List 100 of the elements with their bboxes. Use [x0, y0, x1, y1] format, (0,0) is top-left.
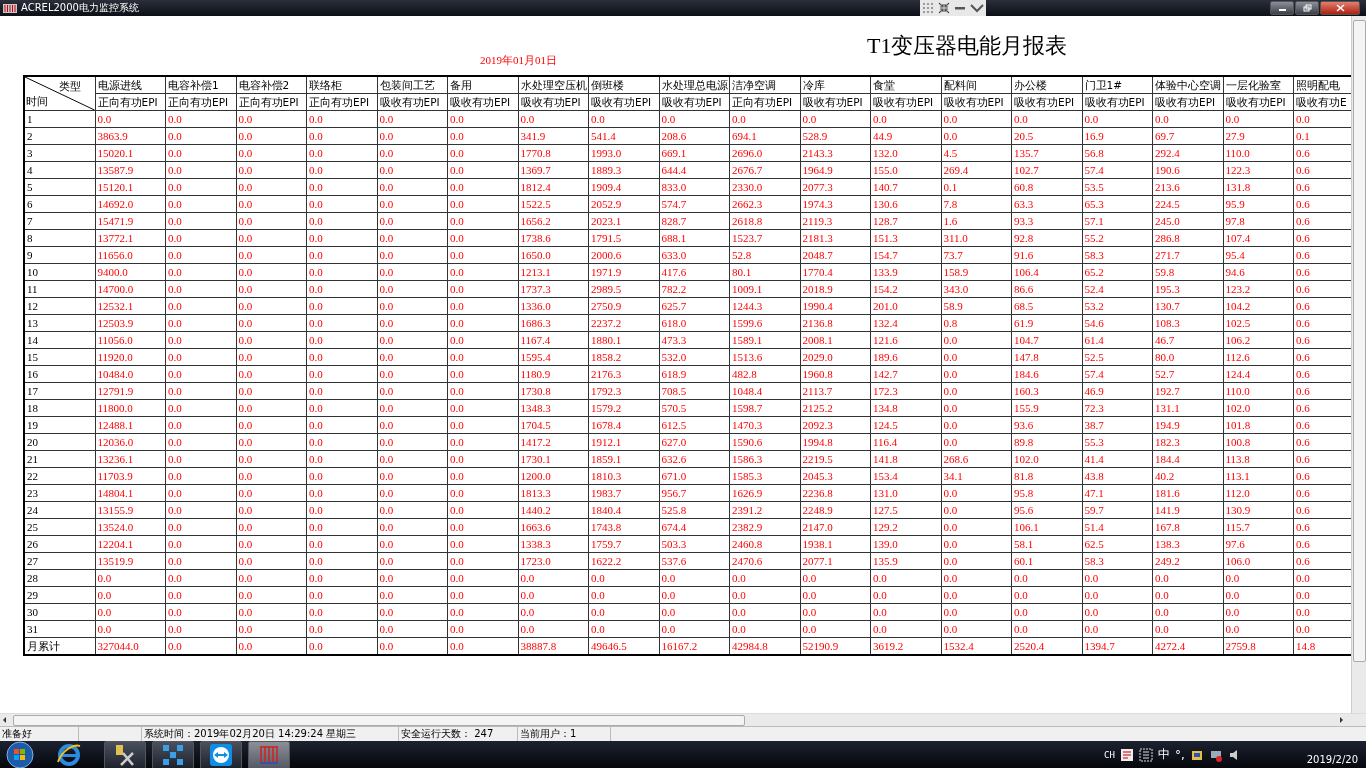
table-cell: 632.6 — [659, 450, 730, 468]
total-cell: 0.0 — [236, 637, 307, 655]
table-cell: 106.2 — [1223, 331, 1294, 349]
day-cell: 6 — [24, 195, 95, 213]
table-cell: 0.0 — [447, 586, 518, 604]
table-cell: 135.9 — [870, 552, 941, 570]
table-cell: 1858.2 — [588, 348, 659, 366]
table-cell: 11056.0 — [95, 331, 166, 349]
table-cell: 0.0 — [1082, 569, 1153, 587]
day-cell: 3 — [24, 144, 95, 162]
table-cell: 0.0 — [377, 263, 448, 281]
table-cell: 1590.6 — [729, 433, 800, 451]
table-cell: 12204.1 — [95, 535, 166, 553]
table-cell: 2077.1 — [800, 552, 871, 570]
table-cell: 2143.3 — [800, 144, 871, 162]
table-cell: 0.0 — [447, 467, 518, 485]
table-cell: 1167.4 — [518, 331, 589, 349]
close-icon — [1335, 4, 1345, 12]
table-cell: 0.0 — [447, 297, 518, 315]
language-indicator[interactable]: CH — [1104, 749, 1115, 760]
table-cell: 0.0 — [306, 603, 377, 621]
table-cell: 0.0 — [165, 280, 236, 298]
day-cell: 31 — [24, 620, 95, 638]
table-cell: 1599.6 — [729, 314, 800, 332]
ime-mode[interactable]: 中 — [1157, 746, 1170, 763]
table-cell: 0.0 — [377, 161, 448, 179]
measure-header: 吸收有功EPI — [377, 93, 448, 111]
table-cell: 132.0 — [870, 144, 941, 162]
table-cell: 1244.3 — [729, 297, 800, 315]
table-cell: 1938.1 — [800, 535, 871, 553]
table-cell: 708.5 — [659, 382, 730, 400]
vertical-scrollbar[interactable] — [1351, 16, 1366, 713]
keyboard-icon[interactable] — [1119, 747, 1134, 762]
table-cell: 11920.0 — [95, 348, 166, 366]
table-cell: 213.6 — [1152, 178, 1223, 196]
day-cell: 14 — [24, 331, 95, 349]
table-cell: 0.0 — [377, 144, 448, 162]
shrink-icon[interactable] — [938, 2, 950, 14]
table-cell: 57.4 — [1082, 365, 1153, 383]
table-cell: 0.0 — [165, 552, 236, 570]
measure-header: 正向有功EPI — [95, 93, 166, 111]
table-cell: 153.4 — [870, 467, 941, 485]
day-cell: 21 — [24, 450, 95, 468]
table-cell: 0.0 — [447, 314, 518, 332]
horizontal-scrollbar[interactable] — [0, 713, 1366, 726]
scroll-thumb[interactable] — [1353, 20, 1366, 662]
minimize-button[interactable] — [1270, 1, 1294, 15]
table-cell: 0.0 — [165, 569, 236, 587]
browser-icon[interactable] — [56, 741, 82, 768]
measure-header: 正向有功EPI — [729, 93, 800, 111]
taskbar-button[interactable] — [200, 740, 242, 768]
table-cell: 1770.4 — [800, 263, 871, 281]
taskbar-button[interactable] — [248, 740, 290, 768]
table-cell: 131.8 — [1223, 178, 1294, 196]
clock-date[interactable]: 2019/2/20 — [1306, 754, 1358, 765]
table-cell: 1522.5 — [518, 195, 589, 213]
table-cell: 139.0 — [870, 535, 941, 553]
table-cell: 189.6 — [870, 348, 941, 366]
report-date: 2019年01月01日 — [480, 53, 557, 68]
table-cell: 9400.0 — [95, 263, 166, 281]
table-cell: 1009.1 — [729, 280, 800, 298]
column-header: 水处理空压机 — [518, 76, 589, 94]
chevron-down-icon[interactable] — [970, 2, 984, 14]
scroll-thumb[interactable] — [13, 714, 745, 726]
taskbar-button[interactable] — [152, 740, 194, 768]
table-cell: 2000.6 — [588, 246, 659, 264]
table-cell: 537.6 — [659, 552, 730, 570]
table-cell: 2662.3 — [729, 195, 800, 213]
table-cell: 104.2 — [1223, 297, 1294, 315]
time-header: 时间 — [26, 94, 48, 109]
table-cell: 0.0 — [165, 484, 236, 502]
table-cell: 34.1 — [941, 467, 1012, 485]
table-cell: 0.0 — [800, 603, 871, 621]
restore-button[interactable] — [1295, 1, 1319, 15]
table-cell: 0.0 — [377, 365, 448, 383]
table-cell: 0.0 — [95, 110, 166, 128]
close-button[interactable] — [1320, 1, 1360, 15]
table-cell: 0.0 — [236, 620, 307, 638]
table-cell: 106.4 — [1011, 263, 1082, 281]
table-cell: 0.0 — [941, 586, 1012, 604]
table-cell: 2092.3 — [800, 416, 871, 434]
taskbar-button[interactable] — [104, 740, 146, 768]
input-method-icon[interactable] — [1138, 747, 1153, 762]
table-cell: 245.0 — [1152, 212, 1223, 230]
day-cell: 26 — [24, 535, 95, 553]
table-cell: 154.7 — [870, 246, 941, 264]
start-orb-icon[interactable] — [6, 740, 34, 768]
table-cell: 286.8 — [1152, 229, 1223, 247]
table-cell: 1889.3 — [588, 161, 659, 179]
table-cell: 249.2 — [1152, 552, 1223, 570]
table-cell: 1417.2 — [518, 433, 589, 451]
table-cell: 0.0 — [236, 416, 307, 434]
table-cell: 93.3 — [1011, 212, 1082, 230]
punctuation-mode[interactable]: °, — [1174, 747, 1185, 762]
table-cell: 0.0 — [447, 399, 518, 417]
table-cell: 0.0 — [941, 535, 1012, 553]
table-cell: 55.3 — [1082, 433, 1153, 451]
table-cell: 0.0 — [165, 110, 236, 128]
table-cell: 0.0 — [306, 552, 377, 570]
table-cell: 107.4 — [1223, 229, 1294, 247]
